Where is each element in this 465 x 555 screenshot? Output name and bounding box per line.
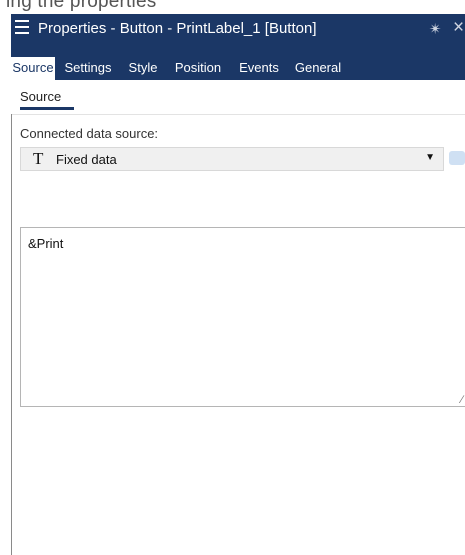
fixed-data-textarea[interactable]: &Print ∕: [20, 227, 465, 407]
cropped-caption: ing the properties: [0, 0, 465, 14]
info-icon[interactable]: [449, 151, 465, 165]
subtab-active-underline: [20, 107, 74, 110]
pin-icon[interactable]: ✴: [429, 20, 442, 38]
tab-style[interactable]: Style: [121, 57, 165, 80]
tab-settings[interactable]: Settings: [58, 57, 118, 80]
data-source-value: Fixed data: [56, 152, 117, 167]
cropped-caption-text: ing the properties: [6, 0, 157, 12]
fixed-data-text: &Print: [28, 236, 64, 251]
resize-grip-icon[interactable]: ∕: [461, 394, 463, 406]
tab-position[interactable]: Position: [168, 57, 228, 80]
subtab-bar: Source: [11, 80, 465, 115]
tab-events[interactable]: Events: [234, 57, 284, 80]
panel-title: Properties - Button - PrintLabel_1 [Butt…: [38, 20, 317, 37]
tab-general[interactable]: General: [289, 57, 347, 80]
connected-data-source-label: Connected data source:: [20, 126, 159, 141]
hamburger-menu-icon[interactable]: [15, 20, 29, 36]
chevron-down-icon[interactable]: ▼: [425, 152, 435, 163]
tab-source[interactable]: Source: [11, 57, 55, 80]
subtab-source[interactable]: Source: [20, 89, 61, 104]
data-source-dropdown[interactable]: T Fixed data ▼: [20, 147, 444, 171]
text-type-icon: T: [33, 149, 44, 168]
close-icon[interactable]: ×: [453, 17, 464, 39]
panel-left-border: [11, 114, 12, 555]
tab-bar: Source Settings Style Position Events Ge…: [11, 44, 465, 80]
panel-titlebar: Properties - Button - PrintLabel_1 [Butt…: [11, 14, 465, 44]
